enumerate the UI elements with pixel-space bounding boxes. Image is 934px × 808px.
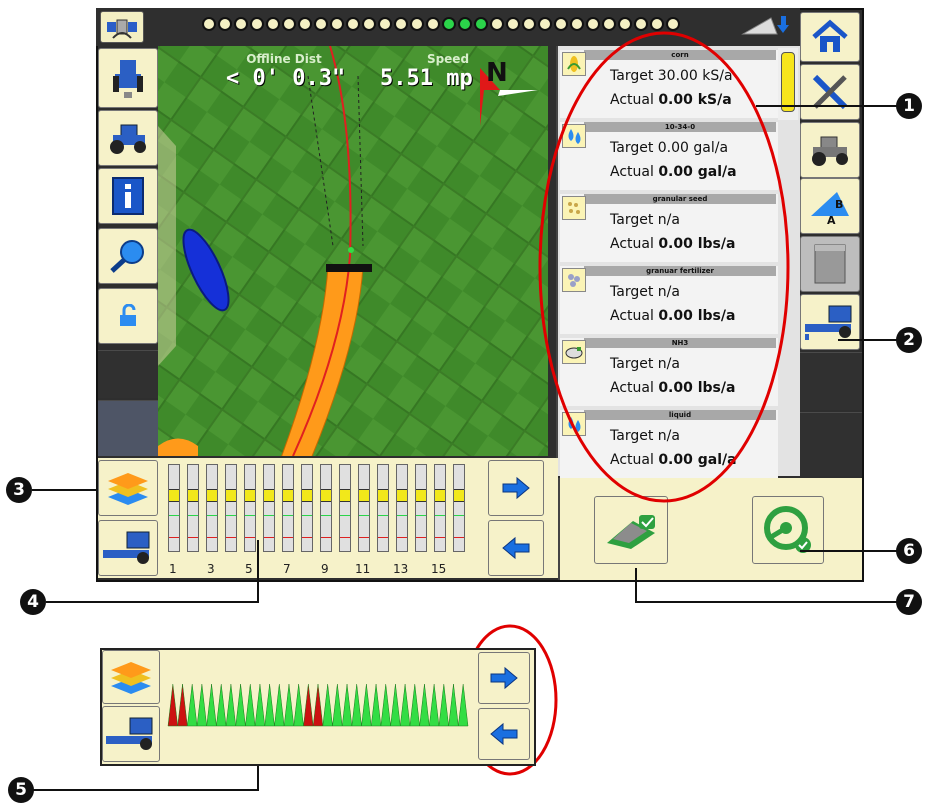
- row-indicator: [458, 683, 469, 727]
- row-indicator: [361, 683, 372, 727]
- arrow-left-icon: [490, 722, 518, 746]
- arrow-right-icon: [490, 666, 518, 690]
- row-status-indicators: [167, 683, 469, 727]
- row-indicator: [322, 683, 333, 727]
- row-indicator: [332, 683, 343, 727]
- row-indicator: [448, 683, 459, 727]
- row-indicator: [245, 683, 256, 727]
- row-indicator: [409, 683, 420, 727]
- row-indicator: [303, 683, 314, 727]
- row-indicator: [206, 683, 217, 727]
- row-indicator: [254, 683, 266, 727]
- layers-icon: [111, 662, 151, 694]
- row-indicator: [177, 683, 188, 727]
- inset-planter-button[interactable]: [102, 706, 160, 762]
- inset-right-button[interactable]: [478, 652, 530, 704]
- row-indicator: [390, 683, 401, 727]
- inset-left-button[interactable]: [478, 708, 530, 760]
- row-indicator: [380, 683, 391, 727]
- callout-1: 1: [896, 93, 922, 119]
- row-indicator: [225, 683, 237, 727]
- row-indicator: [312, 683, 324, 727]
- callout-3: 3: [6, 477, 32, 503]
- callout-7: 7: [896, 589, 922, 615]
- row-indicator: [235, 683, 246, 727]
- row-indicator: [341, 683, 353, 727]
- callout-4: 4: [20, 589, 46, 615]
- row-indicator: [351, 683, 362, 727]
- callout-2: 2: [896, 327, 922, 353]
- row-indicator: [216, 683, 227, 727]
- row-indicator: [399, 683, 411, 727]
- row-indicator: [370, 683, 382, 727]
- callout-5: 5: [8, 777, 34, 803]
- row-indicator: [438, 683, 449, 727]
- row-indicator: [283, 683, 295, 727]
- row-indicator: [196, 683, 207, 727]
- planter-icon: [106, 717, 153, 750]
- row-indicator: [293, 683, 304, 727]
- row-indicator: [187, 683, 198, 727]
- callout-6: 6: [896, 538, 922, 564]
- row-indicator: [264, 683, 275, 727]
- inset-layers-button[interactable]: [102, 650, 160, 704]
- highlight-ellipse: [538, 31, 790, 503]
- row-indicator: [429, 683, 440, 727]
- row-indicator: [167, 683, 178, 727]
- row-indicator: [419, 683, 430, 727]
- row-indicator: [274, 683, 285, 727]
